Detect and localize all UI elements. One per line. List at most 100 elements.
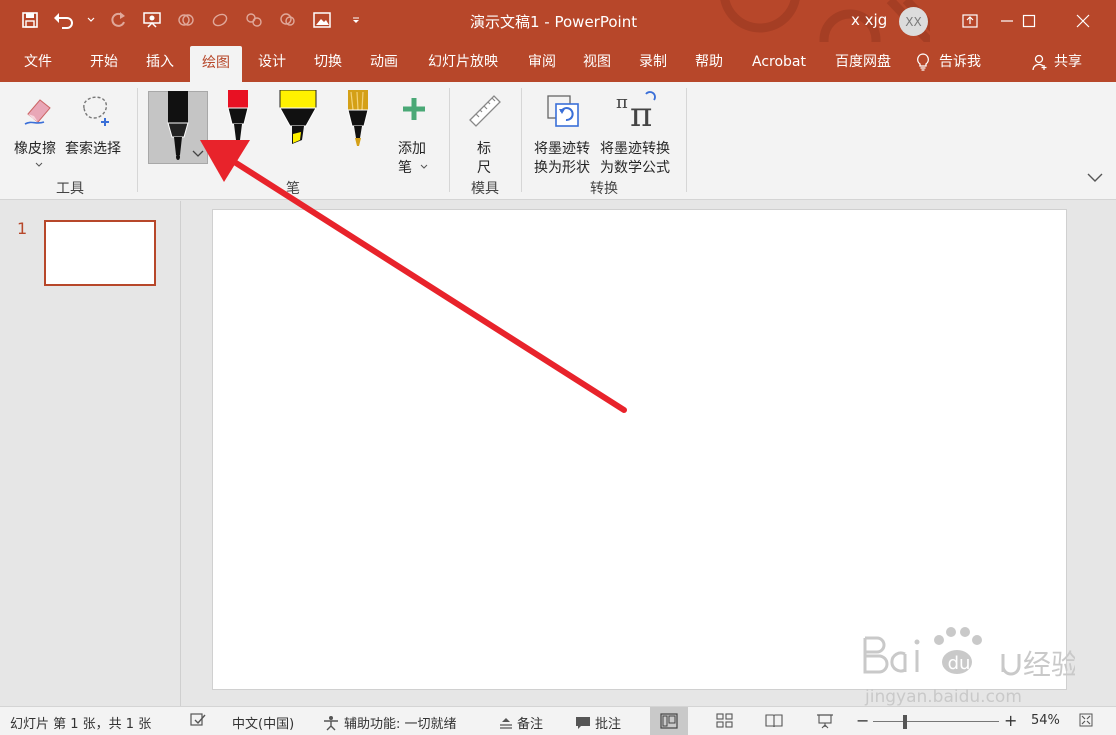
tab-design[interactable]: 设计 [248, 42, 296, 82]
notes-icon [500, 717, 512, 729]
lasso-select-label: 套索选择 [65, 141, 121, 157]
maximize-icon[interactable] [1006, 0, 1052, 42]
eraser-icon [24, 99, 51, 125]
slide-show-view-button[interactable] [806, 707, 844, 735]
customize-qat-icon[interactable] [344, 8, 368, 32]
tab-review[interactable]: 审阅 [518, 42, 566, 82]
tab-transitions[interactable]: 切换 [304, 42, 352, 82]
ruler-label-line2: 尺 [477, 160, 491, 176]
ribbon-separator [137, 88, 138, 192]
svg-text:jingyan.baidu.com: jingyan.baidu.com [864, 687, 1022, 707]
fit-slide-icon[interactable] [1079, 713, 1093, 727]
title-bar: 演示文稿1 - PowerPoint x xjg XX [0, 0, 1116, 42]
zoom-level[interactable]: 54% [1031, 713, 1060, 728]
tab-view[interactable]: 视图 [573, 42, 621, 82]
accessibility-icon [324, 715, 338, 730]
slide-show-icon [817, 714, 833, 729]
ink-to-shape-label-line1: 将墨迹转 [534, 141, 590, 157]
notes-button[interactable]: 备注 [499, 713, 543, 732]
quick-access-toolbar [18, 8, 368, 32]
notes-label: 备注 [517, 717, 544, 732]
picture-icon[interactable] [310, 8, 334, 32]
group-label-tools: 工具 [56, 181, 84, 197]
lasso-select-button[interactable]: 套索选择 [64, 90, 128, 172]
black-pen-icon[interactable] [162, 91, 194, 163]
normal-view-button[interactable] [650, 707, 688, 735]
pi-math-icon: π π [616, 91, 656, 130]
tab-home[interactable]: 开始 [80, 42, 128, 82]
ink-to-shape-button[interactable]: 将墨迹转 换为形状 [530, 90, 598, 176]
ribbon-draw: 橡皮擦 套索选择 工具 添加 笔 笔 标 尺 模具 将墨迹转 换为形状 π π … [0, 82, 1116, 200]
group-label-stencils: 模具 [471, 181, 499, 197]
ruler-button[interactable]: 标 尺 [462, 90, 508, 176]
tab-help[interactable]: 帮助 [685, 42, 733, 82]
tab-baidu-netdisk[interactable]: 百度网盘 [826, 42, 900, 82]
ribbon-tab-bar: 文件 开始 插入 绘图 设计 切换 动画 幻灯片放映 审阅 视图 录制 帮助 A… [0, 42, 1116, 82]
pen-dropdown-icon[interactable] [192, 150, 204, 158]
tab-animations[interactable]: 动画 [360, 42, 408, 82]
slide-thumbnail-pane: 1 [0, 201, 181, 706]
yellow-highlighter-icon[interactable] [278, 90, 318, 150]
tab-file[interactable]: 文件 [14, 42, 62, 82]
ribbon-separator [521, 88, 522, 192]
share-button[interactable]: 共享 [1032, 42, 1092, 82]
undo-dropdown-icon[interactable] [86, 8, 96, 32]
tell-me-search[interactable]: 告诉我 [915, 42, 1005, 82]
normal-view-icon [660, 713, 678, 729]
spell-check-icon[interactable] [190, 713, 206, 727]
ink-to-shape-label-line2: 换为形状 [534, 160, 590, 176]
tab-insert[interactable]: 插入 [136, 42, 184, 82]
ink-shapes-icon[interactable] [174, 8, 198, 32]
slide-number: 1 [17, 219, 28, 238]
present-from-start-icon[interactable] [140, 8, 164, 32]
zoom-slider-track[interactable] [873, 721, 999, 722]
red-pen-icon[interactable] [224, 90, 252, 154]
ink-ungroup-icon[interactable] [276, 8, 300, 32]
ink-to-math-label-line1: 将墨迹转换 [600, 141, 670, 157]
slide-thumbnail[interactable] [44, 220, 156, 286]
zoom-out-button[interactable]: − [856, 711, 869, 730]
save-icon[interactable] [18, 8, 42, 32]
svg-text:π: π [616, 92, 628, 113]
tab-record[interactable]: 录制 [629, 42, 677, 82]
ruler-label-line1: 标 [477, 141, 491, 157]
svg-text:π: π [630, 95, 652, 130]
reading-view-button[interactable] [755, 707, 793, 735]
redo-icon[interactable] [106, 8, 130, 32]
add-pen-button[interactable]: 添加 笔 [392, 90, 436, 176]
slide-canvas[interactable] [212, 209, 1067, 690]
tab-slide-show[interactable]: 幻灯片放映 [418, 42, 508, 82]
lasso-shape-icon[interactable] [208, 8, 232, 32]
comment-icon [576, 716, 590, 729]
zoom-in-button[interactable]: + [1004, 711, 1017, 730]
eraser-dropdown-icon [35, 162, 43, 167]
group-label-pens: 笔 [286, 181, 300, 197]
eraser-label: 橡皮擦 [14, 141, 56, 157]
avatar[interactable]: XX [899, 7, 928, 36]
tab-draw[interactable]: 绘图 [190, 46, 242, 82]
title-bar-decoration [720, 0, 930, 42]
eraser-button[interactable]: 橡皮擦 [10, 90, 64, 172]
slide-position-status: 幻灯片 第 1 张，共 1 张 [10, 717, 152, 732]
accessibility-label: 辅助功能: 一切就绪 [344, 717, 457, 732]
reading-view-icon [765, 714, 783, 728]
close-icon[interactable] [1060, 0, 1106, 42]
collapse-ribbon-icon[interactable] [1086, 172, 1104, 184]
slide-sorter-icon [716, 713, 733, 728]
ink-group-icon[interactable] [242, 8, 266, 32]
slide-sorter-view-button[interactable] [706, 707, 744, 735]
language-status[interactable]: 中文(中国) [232, 713, 294, 732]
add-pen-label-line1: 添加 [398, 141, 426, 157]
status-bar: 幻灯片 第 1 张，共 1 张 中文(中国) 辅助功能: 一切就绪 备注 批注 … [0, 706, 1116, 735]
comments-button[interactable]: 批注 [575, 713, 621, 732]
gold-pencil-icon[interactable] [345, 90, 371, 150]
zoom-slider-handle[interactable] [903, 715, 907, 729]
ribbon-separator [686, 88, 687, 192]
svg-text:经验: 经验 [1023, 648, 1075, 681]
accessibility-status[interactable]: 辅助功能: 一切就绪 [322, 713, 457, 732]
tab-acrobat[interactable]: Acrobat [744, 42, 814, 82]
ink-to-math-button[interactable]: π π 将墨迹转换 为数学公式 [598, 90, 678, 176]
undo-icon[interactable] [52, 8, 76, 32]
share-label: 共享 [1054, 54, 1082, 70]
user-name[interactable]: x xjg [851, 11, 887, 29]
